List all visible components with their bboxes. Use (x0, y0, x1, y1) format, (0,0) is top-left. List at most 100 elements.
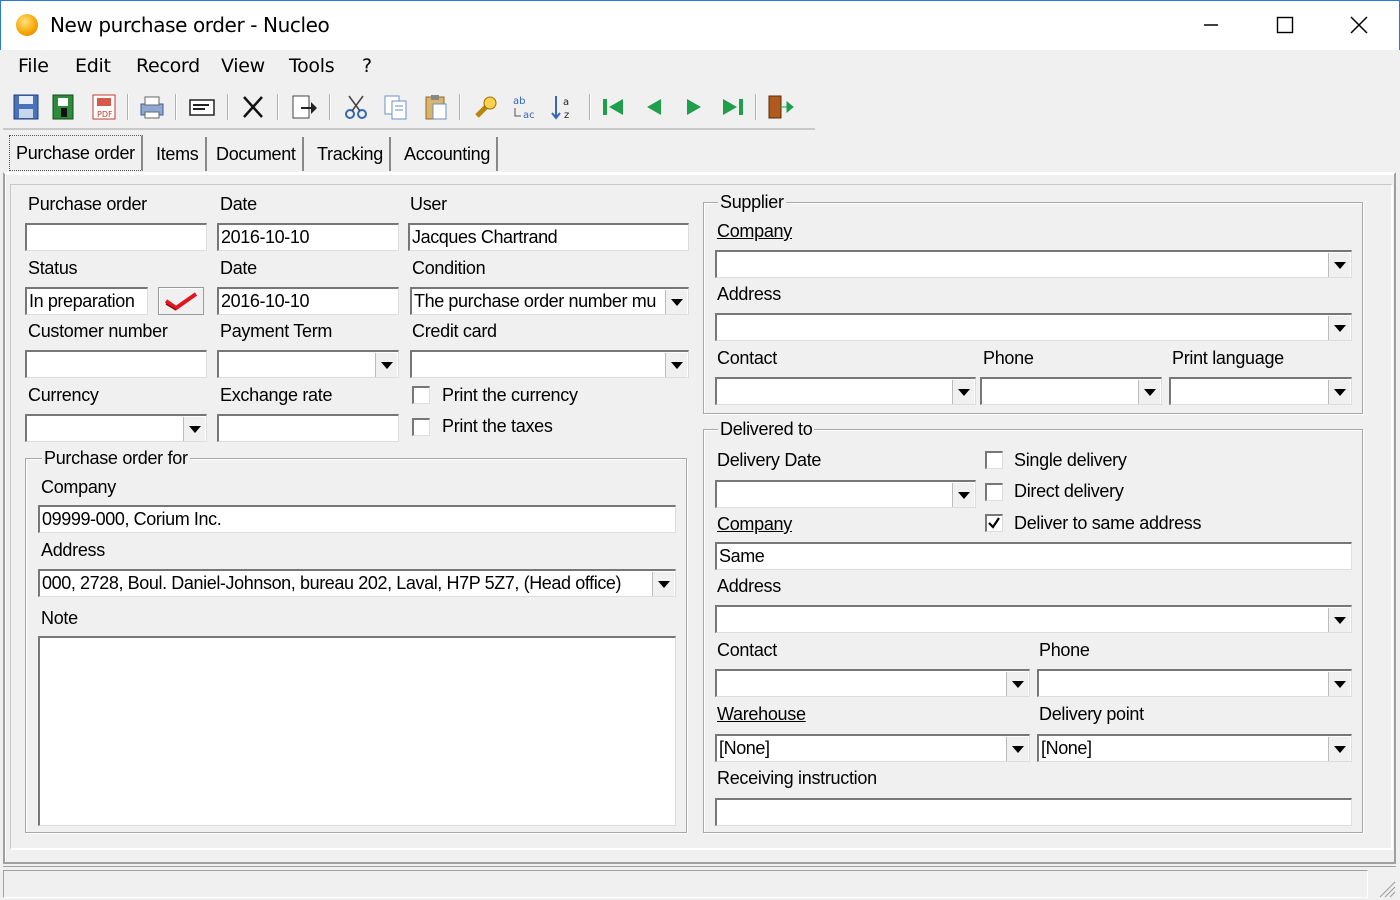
last-record-icon[interactable] (717, 92, 747, 122)
same-address-checkbox[interactable] (985, 514, 1003, 532)
credit-card-dropdown[interactable] (410, 350, 689, 378)
close-button[interactable] (1326, 0, 1392, 50)
svg-text:z: z (564, 110, 569, 121)
pdf-icon[interactable]: PDF (89, 92, 119, 122)
menu-edit[interactable]: Edit (75, 55, 111, 77)
delivered-address-dropdown[interactable] (715, 605, 1352, 633)
currency-dropdown[interactable] (25, 414, 207, 442)
date-field[interactable]: 2016-10-10 (217, 223, 399, 251)
svg-text:a: a (563, 97, 569, 108)
copy-icon[interactable] (381, 92, 411, 122)
cut-icon[interactable] (341, 92, 371, 122)
note-label: Note (41, 608, 78, 628)
chevron-down-icon[interactable] (1328, 316, 1350, 340)
chevron-down-icon[interactable] (1328, 672, 1350, 696)
resize-grip-icon[interactable] (1376, 878, 1396, 898)
export-icon[interactable] (289, 92, 319, 122)
supplier-company-dropdown[interactable] (715, 250, 1352, 278)
delivered-company-field[interactable]: Same (715, 542, 1352, 570)
condition-dropdown[interactable]: The purchase order number mu (410, 287, 689, 315)
next-record-icon[interactable] (679, 92, 709, 122)
note-textarea[interactable] (38, 636, 676, 826)
delivered-contact-dropdown[interactable] (715, 669, 1030, 697)
exchange-rate-field[interactable] (217, 414, 399, 442)
menu-bar: File Edit Record View Tools ? (1, 50, 1399, 84)
chevron-down-icon[interactable] (1328, 737, 1350, 761)
warehouse-label[interactable]: Warehouse (717, 704, 806, 725)
chevron-down-icon[interactable] (183, 417, 205, 441)
chevron-down-icon[interactable] (952, 483, 974, 507)
company-field[interactable]: 09999-000, Corium Inc. (38, 505, 676, 533)
menu-help[interactable]: ? (362, 55, 372, 77)
print-currency-checkbox[interactable] (412, 386, 430, 404)
direct-delivery-checkbox[interactable] (985, 483, 1003, 501)
date2-field[interactable]: 2016-10-10 (217, 287, 399, 315)
company-label: Company (41, 477, 116, 497)
previous-record-icon[interactable] (639, 92, 669, 122)
first-record-icon[interactable] (599, 92, 629, 122)
chevron-down-icon[interactable] (375, 353, 397, 377)
customer-number-field[interactable] (25, 350, 207, 378)
tab-tracking[interactable]: Tracking (311, 137, 391, 171)
supplier-contact-label: Contact (717, 348, 777, 368)
print-taxes-checkbox[interactable] (412, 418, 430, 436)
maximize-button[interactable] (1252, 0, 1318, 50)
status-button[interactable] (158, 287, 204, 315)
tab-purchase-order[interactable]: Purchase order (9, 135, 143, 171)
replace-icon[interactable]: ab ac (511, 92, 541, 122)
sort-icon[interactable]: az (550, 92, 580, 122)
chevron-down-icon[interactable] (1328, 380, 1350, 404)
date2-label: Date (220, 258, 257, 278)
supplier-title: Supplier (718, 192, 786, 213)
single-delivery-label: Single delivery (1014, 450, 1127, 470)
tab-items[interactable]: Items (150, 137, 207, 171)
receiving-instruction-field[interactable] (715, 798, 1352, 826)
purchase-order-for-title: Purchase order for (42, 448, 190, 469)
chevron-down-icon[interactable] (1138, 380, 1160, 404)
supplier-contact-dropdown[interactable] (715, 377, 976, 405)
chevron-down-icon[interactable] (952, 380, 974, 404)
chevron-down-icon[interactable] (665, 353, 687, 377)
menu-file[interactable]: File (18, 55, 49, 77)
delivered-phone-dropdown[interactable] (1037, 669, 1352, 697)
currency-label: Currency (28, 385, 99, 405)
menu-record[interactable]: Record (136, 55, 200, 77)
chevron-down-icon[interactable] (665, 290, 687, 314)
tab-accounting[interactable]: Accounting (398, 137, 499, 171)
chevron-down-icon[interactable] (652, 572, 674, 596)
menu-tools[interactable]: Tools (289, 55, 335, 77)
chevron-down-icon[interactable] (1328, 253, 1350, 277)
print-icon[interactable] (137, 92, 167, 122)
save-icon[interactable] (11, 92, 41, 122)
single-delivery-checkbox[interactable] (985, 451, 1003, 469)
condition-value: The purchase order number mu (414, 291, 656, 311)
address-dropdown[interactable]: 000, 2728, Boul. Daniel-Johnson, bureau … (38, 569, 676, 597)
warehouse-dropdown[interactable]: [None] (715, 734, 1030, 762)
supplier-address-dropdown[interactable] (715, 313, 1352, 341)
email-icon[interactable] (187, 92, 217, 122)
supplier-phone-dropdown[interactable] (980, 377, 1162, 405)
find-icon[interactable] (471, 92, 501, 122)
chevron-down-icon[interactable] (1006, 672, 1028, 696)
paste-icon[interactable] (421, 92, 451, 122)
purchase-order-field[interactable] (25, 223, 207, 251)
menu-view[interactable]: View (221, 55, 265, 77)
tab-document[interactable]: Document (210, 137, 304, 171)
user-field[interactable]: Jacques Chartrand (408, 223, 689, 251)
payment-term-dropdown[interactable] (217, 350, 399, 378)
delivered-company-label[interactable]: Company (717, 514, 792, 535)
delete-icon[interactable] (238, 92, 268, 122)
supplier-company-label[interactable]: Company (717, 221, 792, 242)
chevron-down-icon[interactable] (1328, 608, 1350, 632)
checkmark-icon (988, 517, 1000, 529)
supplier-phone-label: Phone (983, 348, 1034, 368)
delivered-address-label: Address (717, 576, 781, 596)
print-language-dropdown[interactable] (1169, 377, 1352, 405)
delivery-date-dropdown[interactable] (715, 480, 976, 508)
chevron-down-icon[interactable] (1006, 737, 1028, 761)
exit-icon[interactable] (765, 92, 795, 122)
save-close-icon[interactable] (49, 92, 79, 122)
receiving-instruction-label: Receiving instruction (717, 768, 877, 788)
delivery-point-dropdown[interactable]: [None] (1037, 734, 1352, 762)
minimize-button[interactable] (1178, 0, 1244, 50)
